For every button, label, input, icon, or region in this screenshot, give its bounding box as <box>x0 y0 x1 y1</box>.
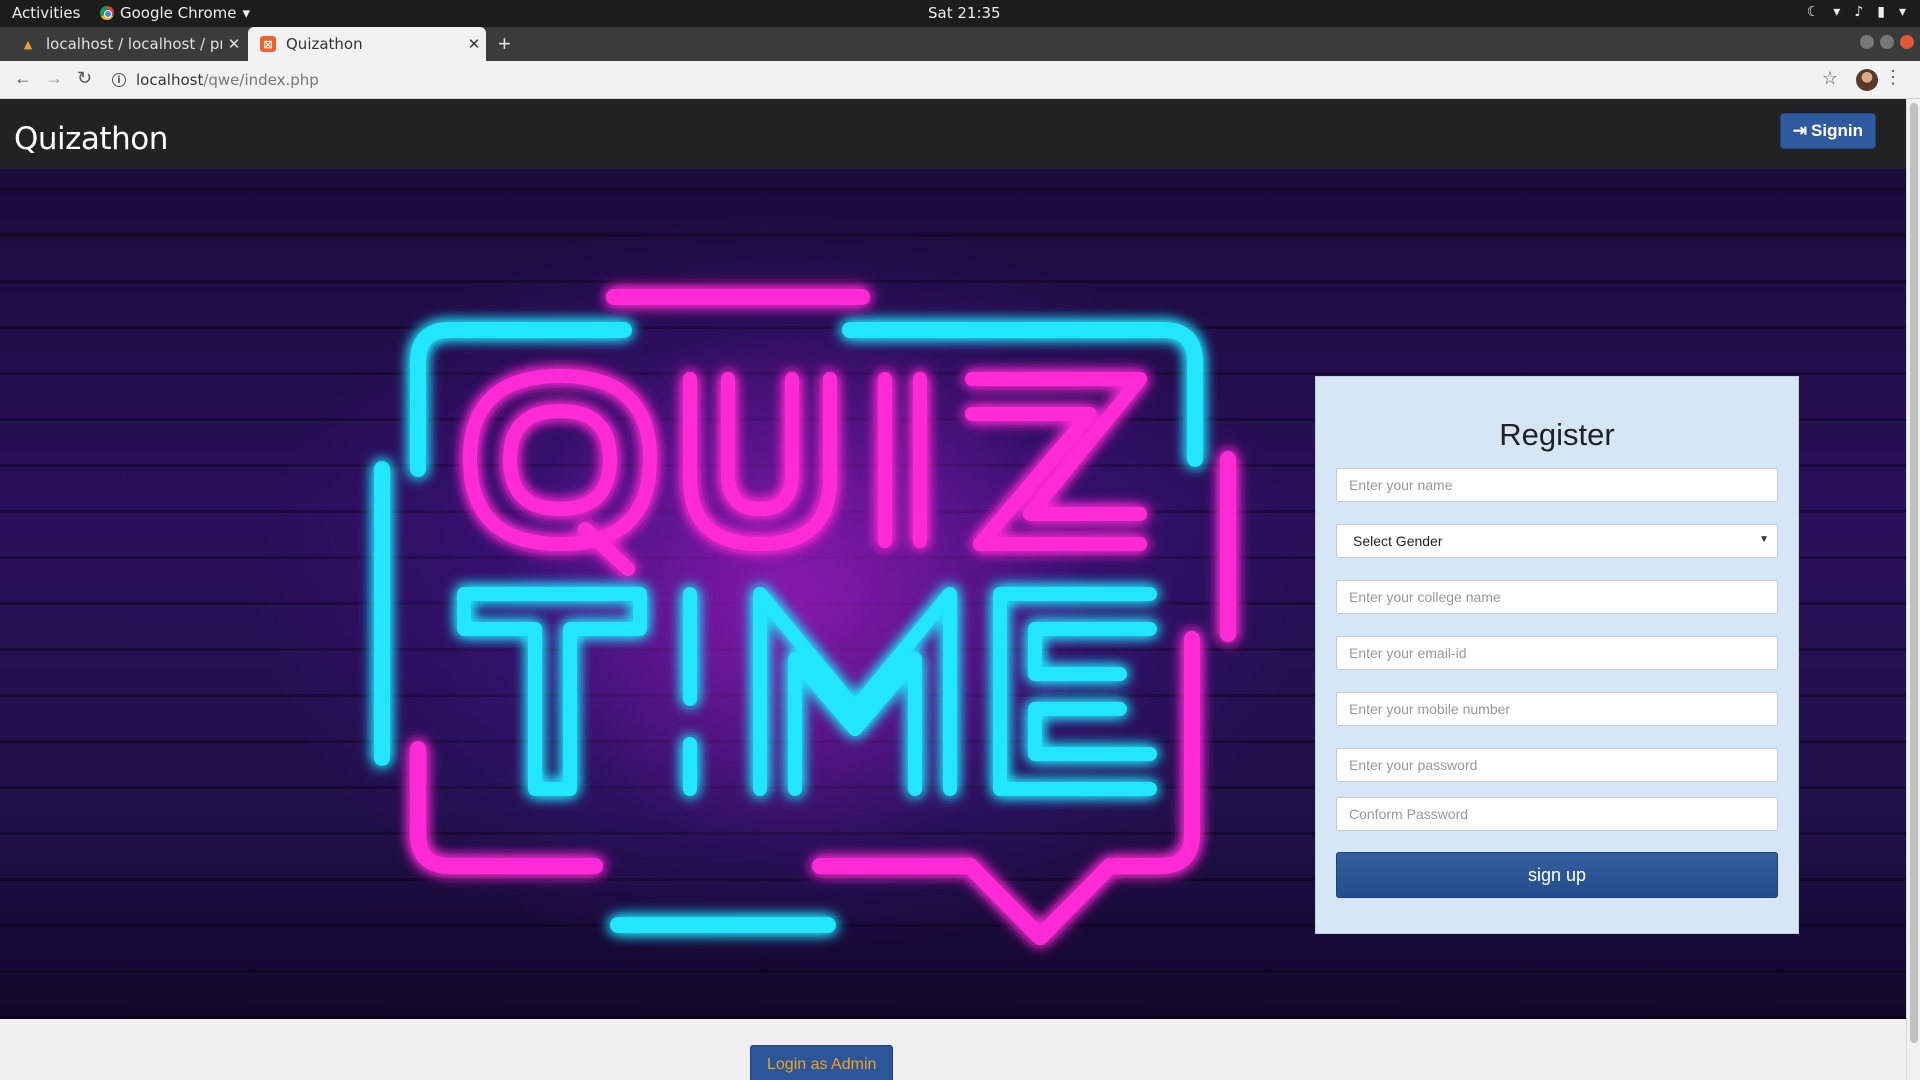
url-path: /qwe/index.php <box>203 71 319 89</box>
site-navbar: Quizathon ⇥ Signin <box>0 99 1906 169</box>
url-text: localhost/qwe/index.php <box>136 71 319 89</box>
time-letters <box>457 587 1157 796</box>
maximize-icon[interactable] <box>1880 35 1894 49</box>
volume-icon: ♪ <box>1854 4 1864 20</box>
profile-avatar[interactable] <box>1856 69 1878 91</box>
chevron-down-icon: ▾ <box>242 4 251 22</box>
site-brand[interactable]: Quizathon <box>14 121 168 157</box>
bookmark-star-icon[interactable]: ☆ <box>1822 68 1838 89</box>
system-tray[interactable]: ☾ ▾ ♪ ▮ ▾ <box>1807 4 1906 20</box>
email-input[interactable]: Enter your email-id <box>1336 636 1778 670</box>
chevron-down-icon: ▼ <box>1759 534 1769 545</box>
hero-banner: Register Enter your name Select Gender ▼… <box>0 169 1906 1019</box>
tab-title: Quizathon <box>286 35 363 53</box>
mobile-input[interactable]: Enter your mobile number <box>1336 692 1778 726</box>
app-menu-label: Google Chrome <box>120 4 237 22</box>
tab-strip: ▲ localhost / localhost / pro ✕ ⊠ Quizat… <box>0 27 1920 61</box>
gender-select-value: Select Gender <box>1353 533 1443 549</box>
wifi-icon: ▾ <box>1833 4 1841 20</box>
more-menu-icon[interactable]: ⋮ <box>1884 67 1902 88</box>
forward-icon[interactable]: → <box>45 68 63 89</box>
reload-icon[interactable]: ↻ <box>77 68 92 89</box>
clock[interactable]: Sat 21:35 <box>928 4 1001 22</box>
register-title: Register <box>1499 417 1615 452</box>
name-input[interactable]: Enter your name <box>1336 468 1778 502</box>
night-light-icon: ☾ <box>1806 4 1820 20</box>
info-icon[interactable]: i <box>112 73 126 87</box>
close-window-icon[interactable] <box>1900 35 1914 49</box>
page-viewport: Quizathon ⇥ Signin Register Enter your n… <box>0 99 1906 1080</box>
chevron-down-icon: ▾ <box>1898 4 1906 20</box>
activities-button[interactable]: Activities <box>12 4 80 22</box>
new-tab-icon[interactable]: + <box>498 31 511 57</box>
app-menu[interactable]: Google Chrome ▾ <box>100 4 250 22</box>
login-as-admin-button[interactable]: Login as Admin <box>750 1045 894 1080</box>
register-form: Register Enter your name Select Gender ▼… <box>1315 376 1799 934</box>
signin-button[interactable]: ⇥ Signin <box>1779 113 1876 149</box>
browser-toolbar: ← → ↻ i localhost/qwe/index.php ☆ ⋮ <box>0 61 1920 99</box>
system-top-bar: Activities Google Chrome ▾ Sat 21:35 ☾ ▾… <box>0 0 1920 27</box>
close-icon[interactable]: ✕ <box>462 35 486 53</box>
signin-label: Signin <box>1811 121 1863 140</box>
tab-quizathon[interactable]: ⊠ Quizathon ✕ <box>248 27 486 61</box>
password-input[interactable]: Enter your password <box>1336 748 1778 782</box>
phpmyadmin-icon: ▲ <box>23 37 33 51</box>
page-scrollbar[interactable] <box>1906 99 1920 1080</box>
battery-icon: ▮ <box>1877 4 1885 20</box>
scrollbar-thumb[interactable] <box>1910 103 1918 1043</box>
login-icon: ⇥ <box>1792 121 1808 140</box>
url-host: localhost <box>136 71 204 89</box>
confirm-password-input[interactable]: Conform Password <box>1336 797 1778 831</box>
college-input[interactable]: Enter your college name <box>1336 580 1778 614</box>
quiz-letters <box>463 369 1147 576</box>
xampp-icon: ⊠ <box>260 36 276 52</box>
address-bar[interactable]: i localhost/qwe/index.php <box>112 67 319 93</box>
tab-localhost[interactable]: ▲ localhost / localhost / pro ✕ <box>8 27 246 61</box>
sign-up-button[interactable]: sign up <box>1336 852 1778 898</box>
tab-title: localhost / localhost / pro <box>46 35 222 53</box>
gender-select[interactable]: Select Gender ▼ <box>1336 524 1778 558</box>
close-icon[interactable]: ✕ <box>222 35 246 53</box>
back-icon[interactable]: ← <box>14 68 32 89</box>
minimize-icon[interactable] <box>1860 35 1874 49</box>
chrome-icon <box>100 6 114 20</box>
window-controls <box>1860 35 1914 49</box>
